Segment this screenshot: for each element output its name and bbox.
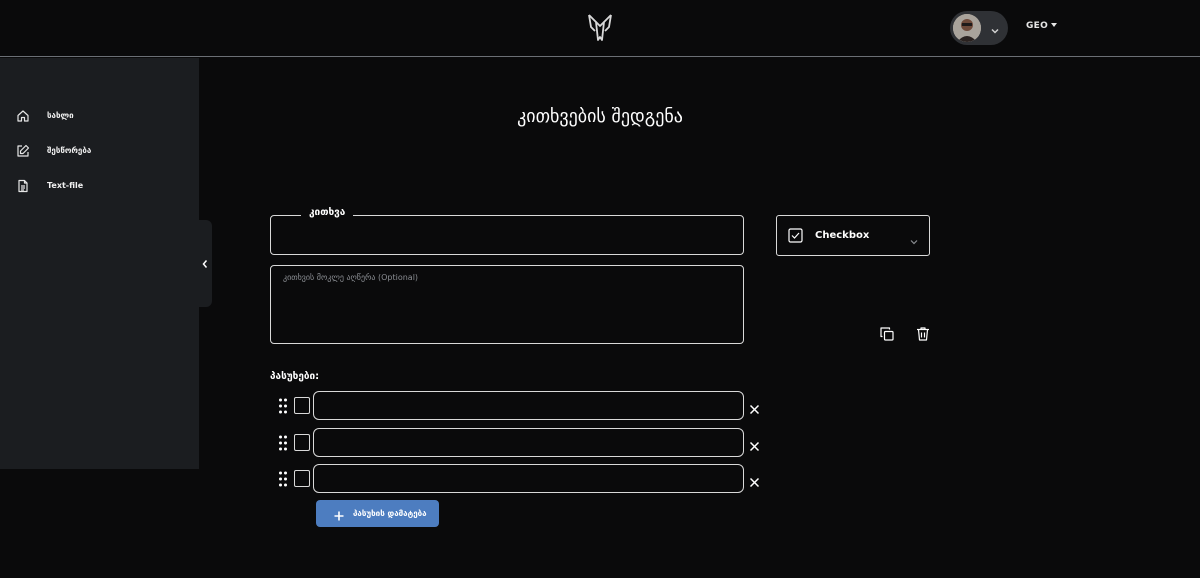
drag-handle-icon[interactable] <box>278 435 288 451</box>
language-selector[interactable]: GEO <box>1026 21 1058 31</box>
trash-icon[interactable] <box>915 326 931 342</box>
home-icon <box>16 108 30 127</box>
copy-icon[interactable] <box>879 326 895 342</box>
top-bar: GEO <box>0 0 1200 57</box>
close-icon[interactable] <box>749 473 760 488</box>
question-label: კითხვა <box>301 207 354 218</box>
description-placeholder: კითხვის მოკლე აღწერა (Optional) <box>283 273 419 282</box>
caret-down-icon <box>1051 23 1058 27</box>
sidebar-item-home[interactable]: სახლი <box>16 108 74 127</box>
sidebar-item-label: შესწორება <box>47 146 92 155</box>
user-menu-button[interactable] <box>950 11 1008 45</box>
chevron-down-icon <box>989 22 1001 34</box>
answer-checkbox[interactable] <box>294 434 310 451</box>
checkbox-checked-icon <box>788 228 803 243</box>
question-type-label: Checkbox <box>815 230 870 241</box>
avatar <box>953 14 981 42</box>
question-type-select[interactable]: Checkbox <box>776 215 930 256</box>
close-icon[interactable] <box>749 437 760 452</box>
page-title: კითხვების შედგენა <box>517 106 683 127</box>
chevron-down-icon <box>909 232 919 245</box>
answer-checkbox[interactable] <box>294 470 310 487</box>
answer-row <box>278 428 768 458</box>
sidebar-item-edit[interactable]: შესწორება <box>16 143 91 162</box>
add-answer-button[interactable]: პასუხის დამატება <box>316 500 439 527</box>
add-answer-label: პასუხის დამატება <box>353 509 427 518</box>
drag-handle-icon[interactable] <box>278 398 288 414</box>
sidebar: სახლი შესწორება Text-file <box>0 58 199 469</box>
answer-row <box>278 391 768 421</box>
answer-input[interactable] <box>313 391 744 420</box>
answers-heading: პასუხები: <box>270 371 320 382</box>
sidebar-collapse-button[interactable] <box>197 220 212 307</box>
drag-handle-icon[interactable] <box>278 471 288 487</box>
answer-checkbox[interactable] <box>294 397 310 414</box>
answer-input[interactable] <box>313 428 744 457</box>
question-input[interactable]: კითხვა <box>270 207 744 255</box>
plus-icon <box>333 507 345 521</box>
chevron-left-icon <box>201 254 209 273</box>
winged-logo-icon[interactable] <box>587 13 613 43</box>
file-text-icon <box>16 178 30 197</box>
sidebar-item-text-file[interactable]: Text-file <box>16 178 83 197</box>
language-label: GEO <box>1026 21 1049 31</box>
close-icon[interactable] <box>749 400 760 415</box>
sidebar-item-label: Text-file <box>47 181 84 190</box>
answer-input[interactable] <box>313 464 744 493</box>
sidebar-item-label: სახლი <box>47 111 74 120</box>
description-input[interactable]: კითხვის მოკლე აღწერა (Optional) <box>270 265 744 344</box>
answer-row <box>278 464 768 494</box>
edit-icon <box>16 143 30 162</box>
